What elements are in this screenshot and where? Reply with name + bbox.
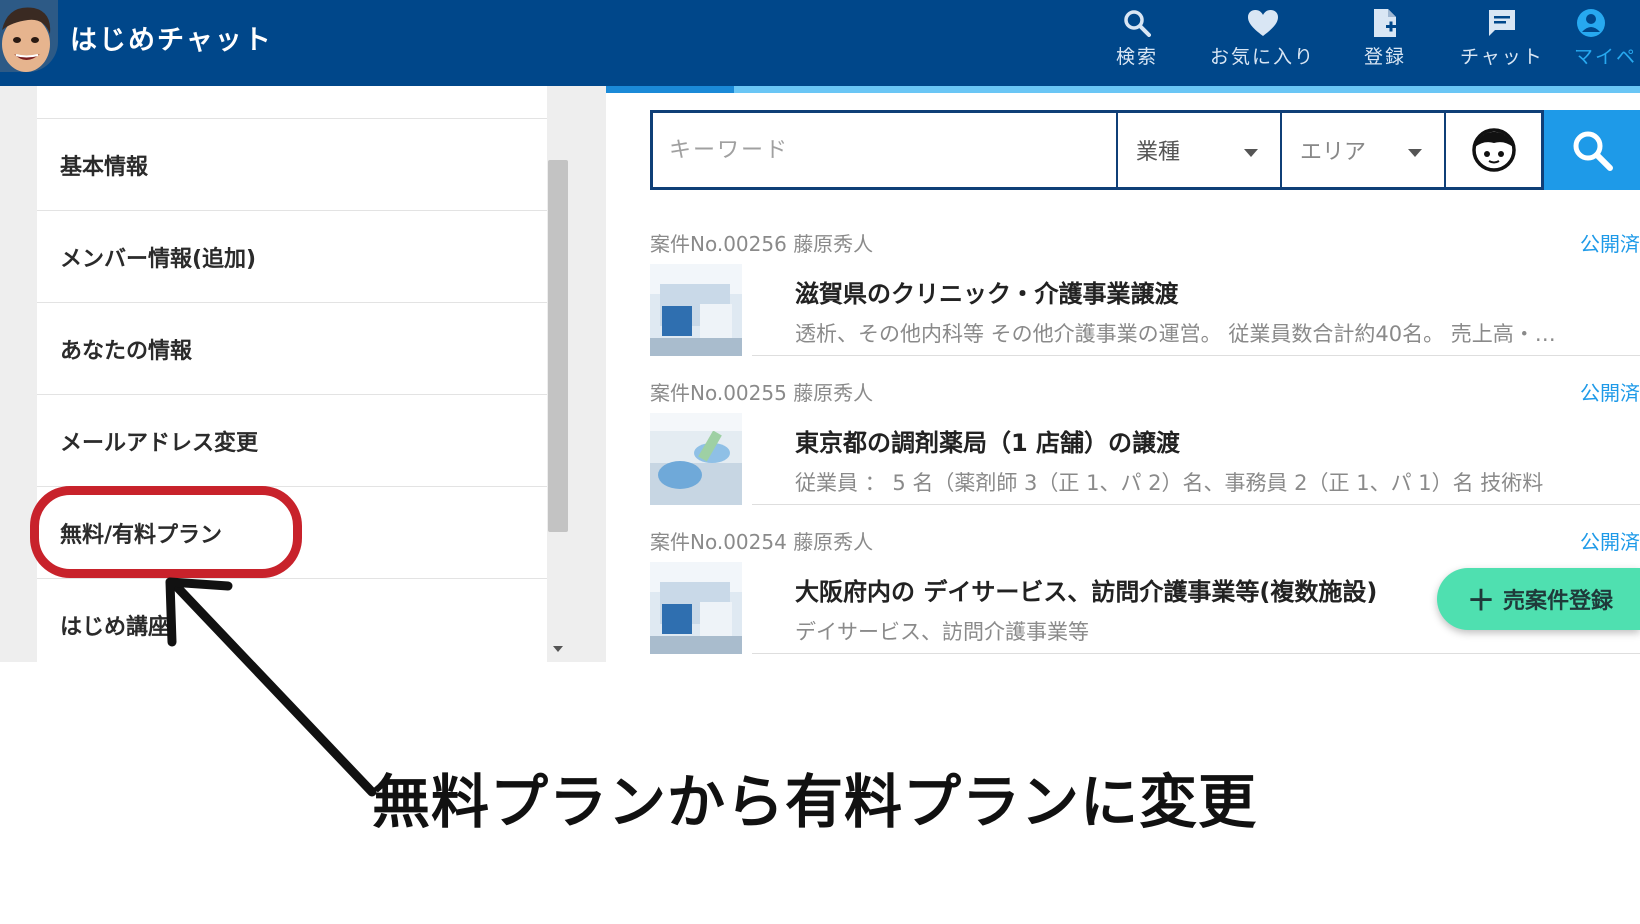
search-icon [1120, 6, 1154, 40]
nav-favorite[interactable]: お気に入り [1210, 6, 1315, 72]
app-header: はじめチャット 検索 お気に入り 登録 チャット マイペ [0, 0, 1640, 86]
area-select-label: エリア [1300, 140, 1367, 165]
listing-case-no: 案件No.00255 [650, 381, 787, 405]
add-document-icon [1368, 6, 1402, 40]
plus-icon: ＋ [1467, 584, 1496, 617]
listing-meta: 案件No.00256 藤原秀人 [650, 228, 873, 257]
nav-register-label: 登録 [1364, 46, 1407, 68]
listing-owner: 藤原秀人 [793, 381, 874, 405]
nav-search-label: 検索 [1116, 46, 1159, 68]
listing-status: 公開済 [1580, 381, 1640, 405]
sidebar-item-member-info[interactable]: メンバー情報(追加) [37, 211, 547, 303]
sidebar-item-email-change[interactable]: メールアドレス変更 [37, 395, 547, 487]
annotation-caption: 無料プランから有料プランに変更 [372, 768, 1258, 836]
search-icon [1573, 131, 1613, 171]
pharmacy-photo-icon [650, 413, 742, 505]
sidebar-scroll-thumb[interactable] [548, 160, 568, 532]
chat-icon [1485, 6, 1519, 40]
listing-description: 従業員 ： 5 名（薬剤師 3（正 1、パ 2）名、事務員 2（正 1、パ 1）… [795, 471, 1544, 495]
keyword-input[interactable] [650, 110, 1118, 190]
caret-down-icon [1244, 149, 1258, 157]
register-listing-button[interactable]: ＋ 売案件登録 [1437, 568, 1640, 630]
listing-status: 公開済 [1580, 232, 1640, 256]
caret-down-icon [1408, 149, 1422, 157]
sidebar-item-basic-info[interactable]: 基本情報 [37, 119, 547, 211]
industry-select-label: 業種 [1136, 140, 1181, 165]
listing-case-no: 案件No.00256 [650, 232, 787, 256]
listing-title: 滋賀県のクリニック・介護事業譲渡 [795, 280, 1179, 308]
listing-description: 透析、その他内科等 その他介護事業の運営。 従業員数合計約40名。 売上高・収益… [795, 322, 1570, 346]
face-button[interactable] [1446, 110, 1544, 190]
heart-icon [1246, 6, 1280, 40]
clinic-photo-icon [650, 264, 742, 356]
nav-favorite-label: お気に入り [1210, 46, 1316, 68]
avatar[interactable] [0, 0, 58, 72]
area-select[interactable]: エリア [1282, 110, 1446, 190]
nav-chat-label: チャット [1460, 46, 1544, 68]
sidebar-item-your-info[interactable]: あなたの情報 [37, 303, 547, 395]
register-listing-label: 売案件登録 [1503, 589, 1614, 614]
listing-item[interactable]: 案件No.00255 藤原秀人 公開済 東京都の調剤薬局（1 店舗）の譲渡 従業… [650, 377, 1640, 517]
user-icon [1574, 6, 1608, 40]
listing-thumbnail[interactable] [650, 562, 742, 654]
avatar-face-icon [0, 0, 58, 72]
listing-status: 公開済 [1580, 530, 1640, 554]
listing-meta: 案件No.00254 藤原秀人 [650, 526, 873, 555]
listing-thumbnail[interactable] [650, 264, 742, 356]
listing-title: 大阪府内の デイサービス、訪問介護事業等(複数施設) [795, 578, 1378, 606]
listing-owner: 藤原秀人 [793, 530, 874, 554]
listing-divider [752, 355, 1640, 356]
listing-divider [752, 653, 1640, 654]
listing-item[interactable]: 案件No.00256 藤原秀人 公開済 滋賀県のクリニック・介護事業譲渡 透析、… [650, 228, 1640, 368]
listing-divider [752, 504, 1640, 505]
clinic-photo-icon [650, 562, 742, 654]
nav-mypage-label: マイペ [1574, 46, 1638, 68]
highlight-ring [30, 486, 302, 578]
nav-search[interactable]: 検索 [1116, 6, 1158, 72]
listing-meta: 案件No.00255 藤原秀人 [650, 377, 873, 406]
listing-title: 東京都の調剤薬局（1 店舗）の譲渡 [795, 429, 1181, 457]
listing-owner: 藤原秀人 [793, 232, 874, 256]
scroll-down-arrow-icon[interactable] [553, 646, 563, 652]
annotation-arrow-icon [165, 577, 377, 797]
listing-case-no: 案件No.00254 [650, 530, 787, 554]
nav-register[interactable]: 登録 [1364, 6, 1406, 72]
app-title: はじめチャット [70, 25, 273, 56]
face-icon [1471, 128, 1516, 172]
nav-chat[interactable]: チャット [1460, 6, 1544, 72]
loading-bar [606, 86, 1640, 93]
listing-thumbnail[interactable] [650, 413, 742, 505]
loading-bar-fill [606, 86, 734, 93]
nav-mypage[interactable]: マイペ [1574, 6, 1637, 72]
industry-select[interactable]: 業種 [1118, 110, 1282, 190]
page: はじめチャット 検索 お気に入り 登録 チャット マイペ 基本情報 メンバー情報… [0, 0, 1640, 924]
search-button[interactable] [1544, 110, 1640, 190]
